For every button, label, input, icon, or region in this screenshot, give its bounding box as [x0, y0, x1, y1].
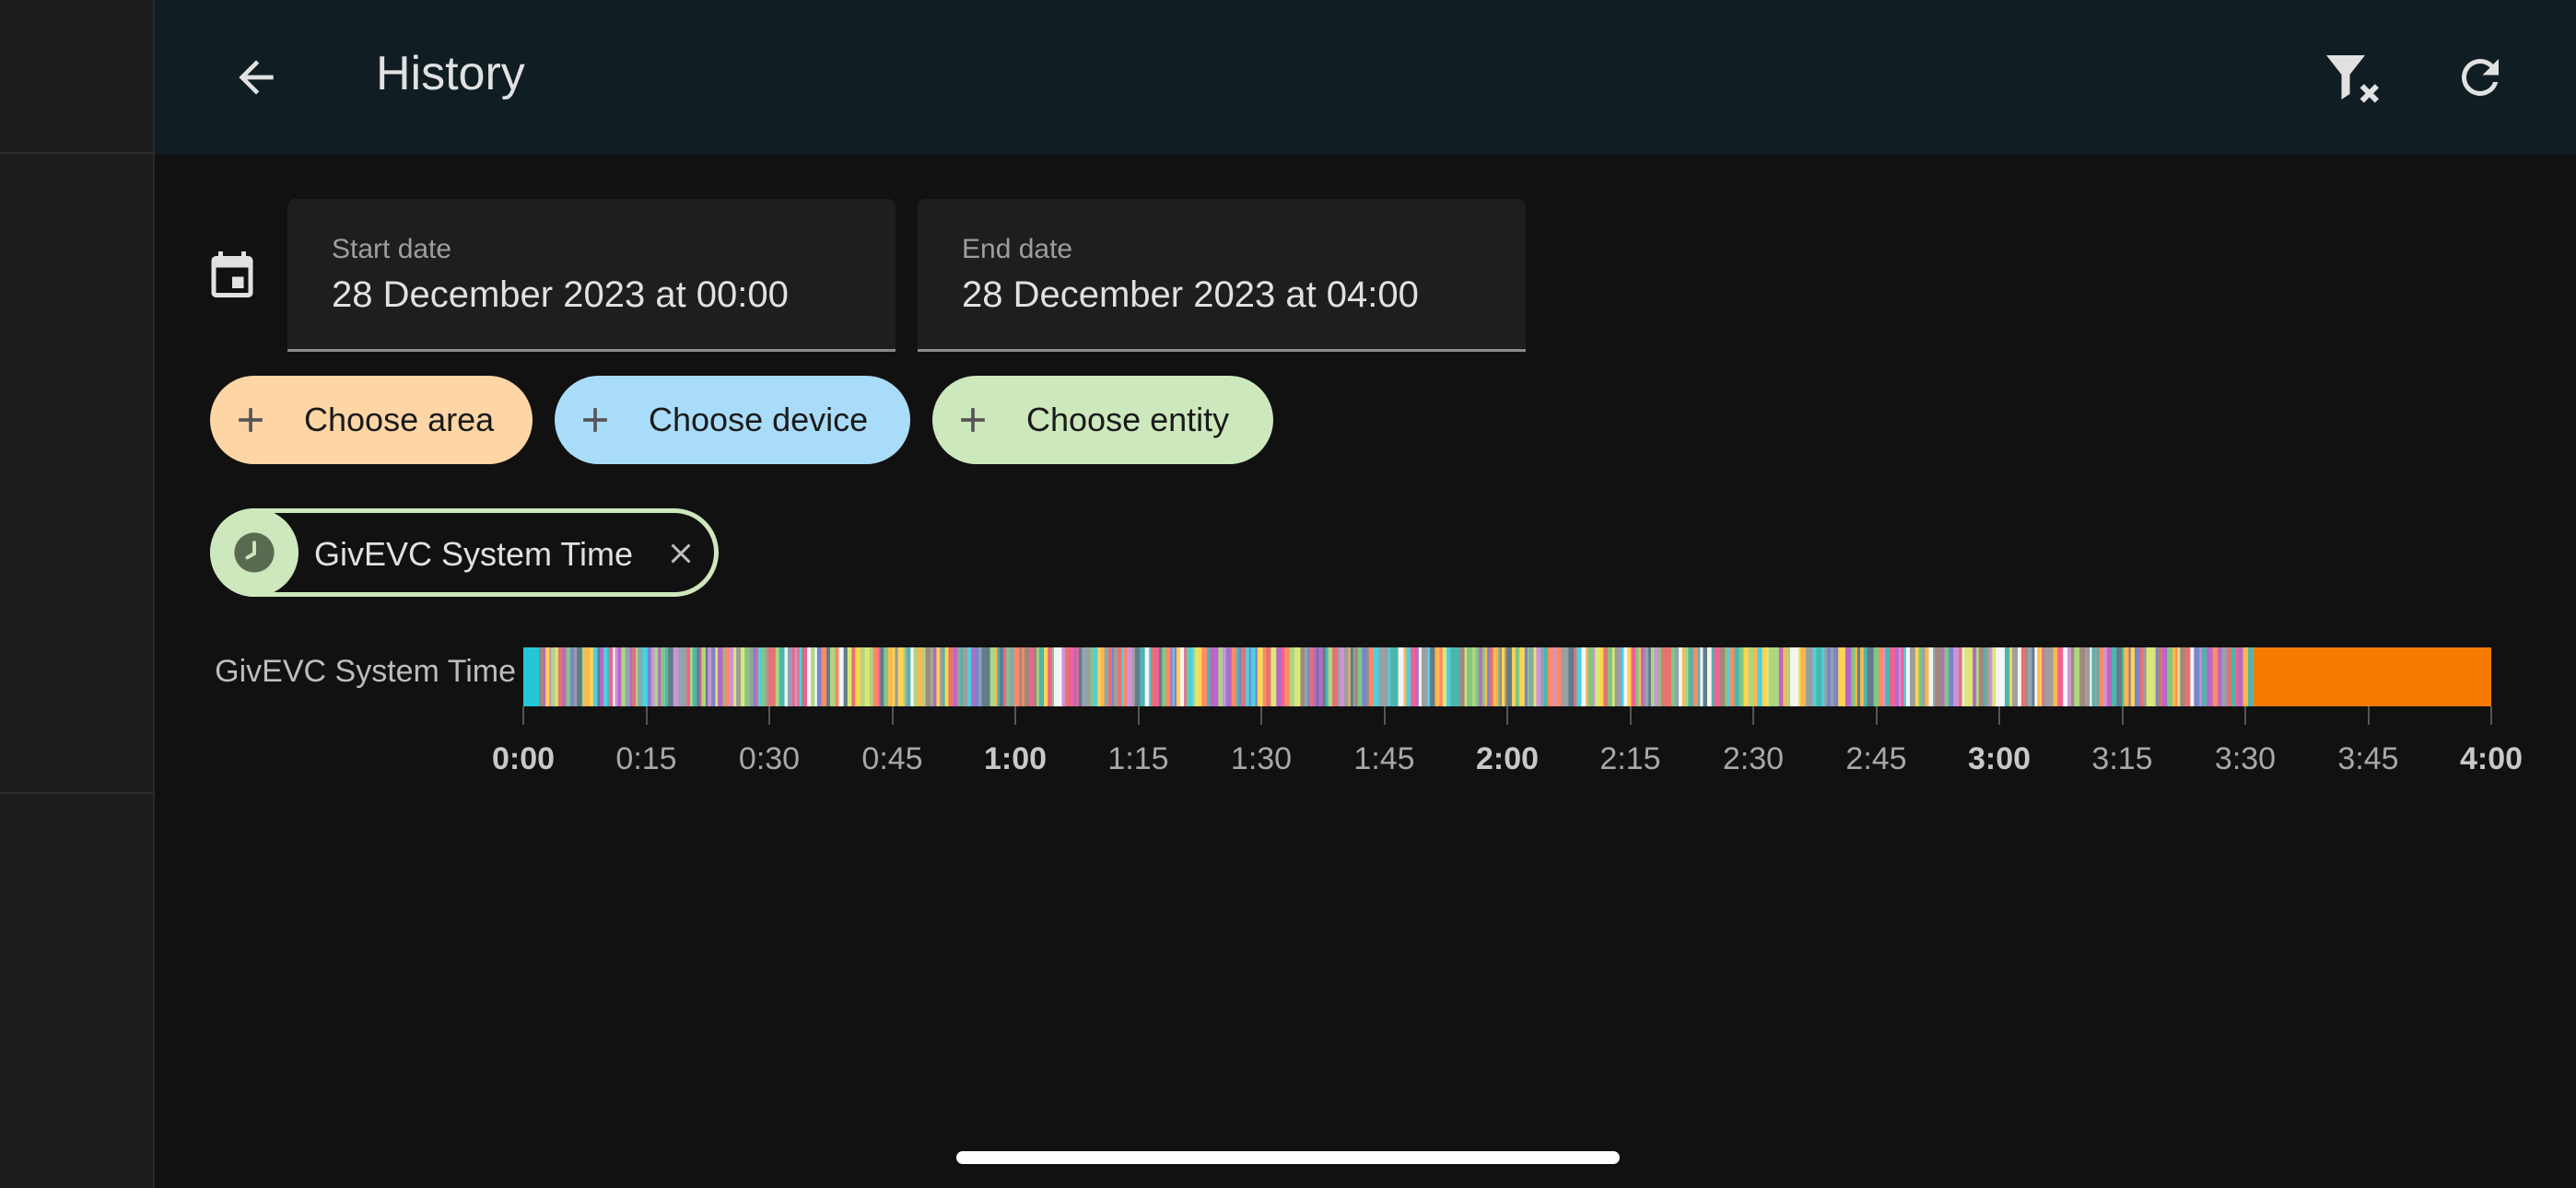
plus-icon	[239, 408, 263, 432]
axis-tick	[2244, 706, 2246, 725]
axis-tick-label: 0:15	[615, 741, 677, 776]
axis-tick-label: 2:45	[1845, 741, 1907, 776]
axis-tick-label: 2:15	[1599, 741, 1661, 776]
axis-tick	[1137, 706, 1140, 725]
filter-remove-icon	[2326, 55, 2379, 103]
choose-device-button[interactable]: Choose device	[555, 376, 910, 464]
axis-tick-label: 0:45	[861, 741, 923, 776]
axis-tick	[1629, 706, 1632, 725]
axis-tick	[1506, 706, 1508, 725]
axis-tick-label: 3:00	[1967, 741, 2032, 776]
axis-tick-label: 0:30	[738, 741, 801, 776]
axis-tick-label: 2:30	[1722, 741, 1785, 776]
close-icon[interactable]	[664, 537, 697, 570]
axis-tick	[1383, 706, 1386, 725]
axis-tick	[2367, 706, 2370, 725]
timeline-row-label: GivEVC System Time	[215, 654, 516, 689]
choose-area-label: Choose area	[304, 401, 495, 438]
refresh-button[interactable]	[2443, 41, 2517, 114]
axis-tick-label: 3:30	[2214, 741, 2277, 776]
axis-tick	[1752, 706, 1754, 725]
clear-filter-button[interactable]	[2314, 41, 2388, 114]
arrow-left-icon	[239, 60, 274, 95]
axis-tick-label: 1:45	[1353, 741, 1415, 776]
entity-icon-badge	[210, 508, 299, 597]
timeline-segment[interactable]	[523, 647, 540, 706]
axis-tick	[2490, 706, 2492, 725]
sidebar-divider	[0, 792, 153, 794]
axis-tick	[1875, 706, 1878, 725]
end-date-value: 28 December 2023 at 04:00	[962, 274, 1419, 315]
calendar-icon	[211, 251, 253, 297]
selected-entity-name: GivEVC System Time	[314, 535, 634, 573]
axis-tick-label: 1:00	[983, 741, 1048, 776]
end-date-field[interactable]: End date 28 December 2023 at 04:00	[918, 199, 1526, 352]
selected-entity-chip[interactable]: GivEVC System Time	[210, 508, 719, 597]
axis-tick-label: 4:00	[2459, 741, 2523, 776]
axis-tick-label: 2:00	[1475, 741, 1540, 776]
axis-tick	[768, 706, 770, 725]
axis-tick	[645, 706, 648, 725]
sidebar-divider	[0, 152, 153, 154]
page-title: History	[376, 47, 525, 100]
axis-tick	[1014, 706, 1016, 725]
plus-icon	[583, 408, 607, 432]
axis-tick-label: 1:30	[1230, 741, 1293, 776]
choose-entity-label: Choose entity	[1026, 401, 1230, 438]
timeline-segment[interactable]	[2253, 647, 2491, 706]
axis-tick-label: 1:15	[1107, 741, 1169, 776]
choose-area-button[interactable]: Choose area	[210, 376, 533, 464]
axis-tick	[891, 706, 894, 725]
top-app-bar: History	[155, 0, 2576, 155]
timeline-segment-changing-states[interactable]	[539, 647, 2254, 706]
start-date-value: 28 December 2023 at 00:00	[332, 274, 789, 315]
plus-icon	[961, 408, 985, 432]
axis-tick	[1260, 706, 1262, 725]
axis-tick	[1998, 706, 2000, 725]
time-axis: 0:00 0:15 0:30 0:45 1:00 1:15 1:30 1:45 2:00 2:15…	[492, 706, 2523, 780]
home-indicator	[956, 1151, 1620, 1164]
back-button[interactable]	[219, 41, 293, 114]
axis-tick-label: 0:00	[491, 741, 556, 776]
axis-tick-label: 3:15	[2091, 741, 2153, 776]
axis-tick	[522, 706, 524, 725]
axis-tick-label: 3:45	[2337, 741, 2399, 776]
clock-icon	[234, 532, 275, 573]
choose-entity-button[interactable]: Choose entity	[932, 376, 1273, 464]
sidebar	[0, 0, 155, 1188]
axis-tick	[2121, 706, 2124, 725]
history-timeline[interactable]	[523, 647, 2491, 706]
start-date-label: Start date	[332, 234, 452, 264]
end-date-label: End date	[962, 234, 1073, 264]
start-date-field[interactable]: Start date 28 December 2023 at 00:00	[287, 199, 896, 352]
choose-device-label: Choose device	[649, 401, 869, 438]
refresh-icon	[2461, 58, 2499, 96]
